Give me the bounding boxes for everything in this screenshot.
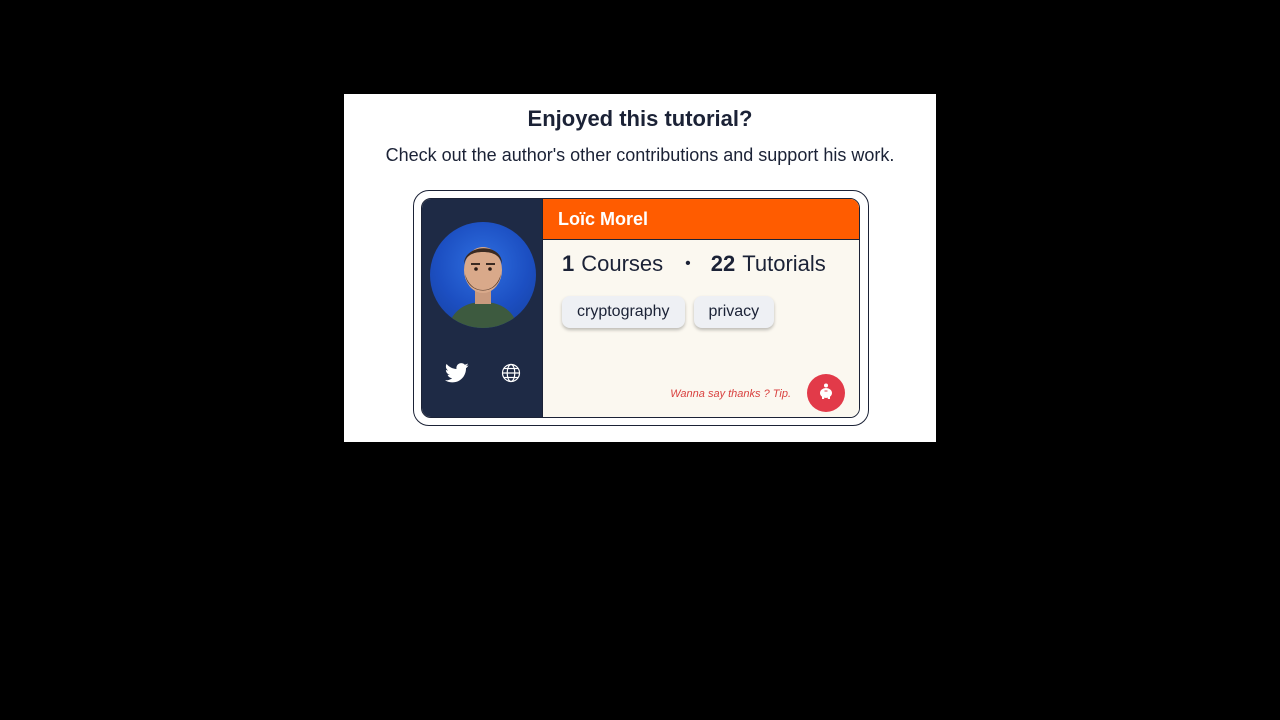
globe-icon <box>501 363 521 388</box>
avatar <box>430 222 536 328</box>
tutorials-count: 22 <box>710 251 736 276</box>
twitter-icon <box>444 362 469 388</box>
author-stats: 1 Courses • 22 Tutorials <box>562 251 826 277</box>
author-header: Loïc Morel <box>543 199 859 240</box>
twitter-link[interactable] <box>443 361 471 389</box>
stats-separator: • <box>685 255 691 272</box>
tag-cryptography[interactable]: cryptography <box>562 296 685 328</box>
tip-button[interactable] <box>807 374 845 412</box>
tip-prompt: Wanna say thanks ? Tip. <box>670 388 791 400</box>
tag-privacy[interactable]: privacy <box>693 296 775 328</box>
modal-title: Enjoyed this tutorial? <box>527 106 753 131</box>
website-link[interactable] <box>497 361 525 389</box>
courses-label[interactable]: Courses <box>581 251 663 277</box>
author-details: Loïc Morel 1 Courses • 22 Tutorials cryp… <box>543 199 859 417</box>
author-name[interactable]: Loïc Morel <box>558 209 648 230</box>
author-sidebar <box>422 199 543 417</box>
tutorials-label[interactable]: Tutorials <box>742 251 826 277</box>
author-tags: cryptography privacy <box>562 296 775 328</box>
courses-count: 1 <box>562 251 575 276</box>
author-card: Loïc Morel 1 Courses • 22 Tutorials cryp… <box>421 198 860 418</box>
piggy-bank-icon <box>817 382 835 405</box>
modal-subtitle: Check out the author's other contributio… <box>385 145 895 165</box>
support-author-modal: Enjoyed this tutorial? Check out the aut… <box>344 94 936 442</box>
